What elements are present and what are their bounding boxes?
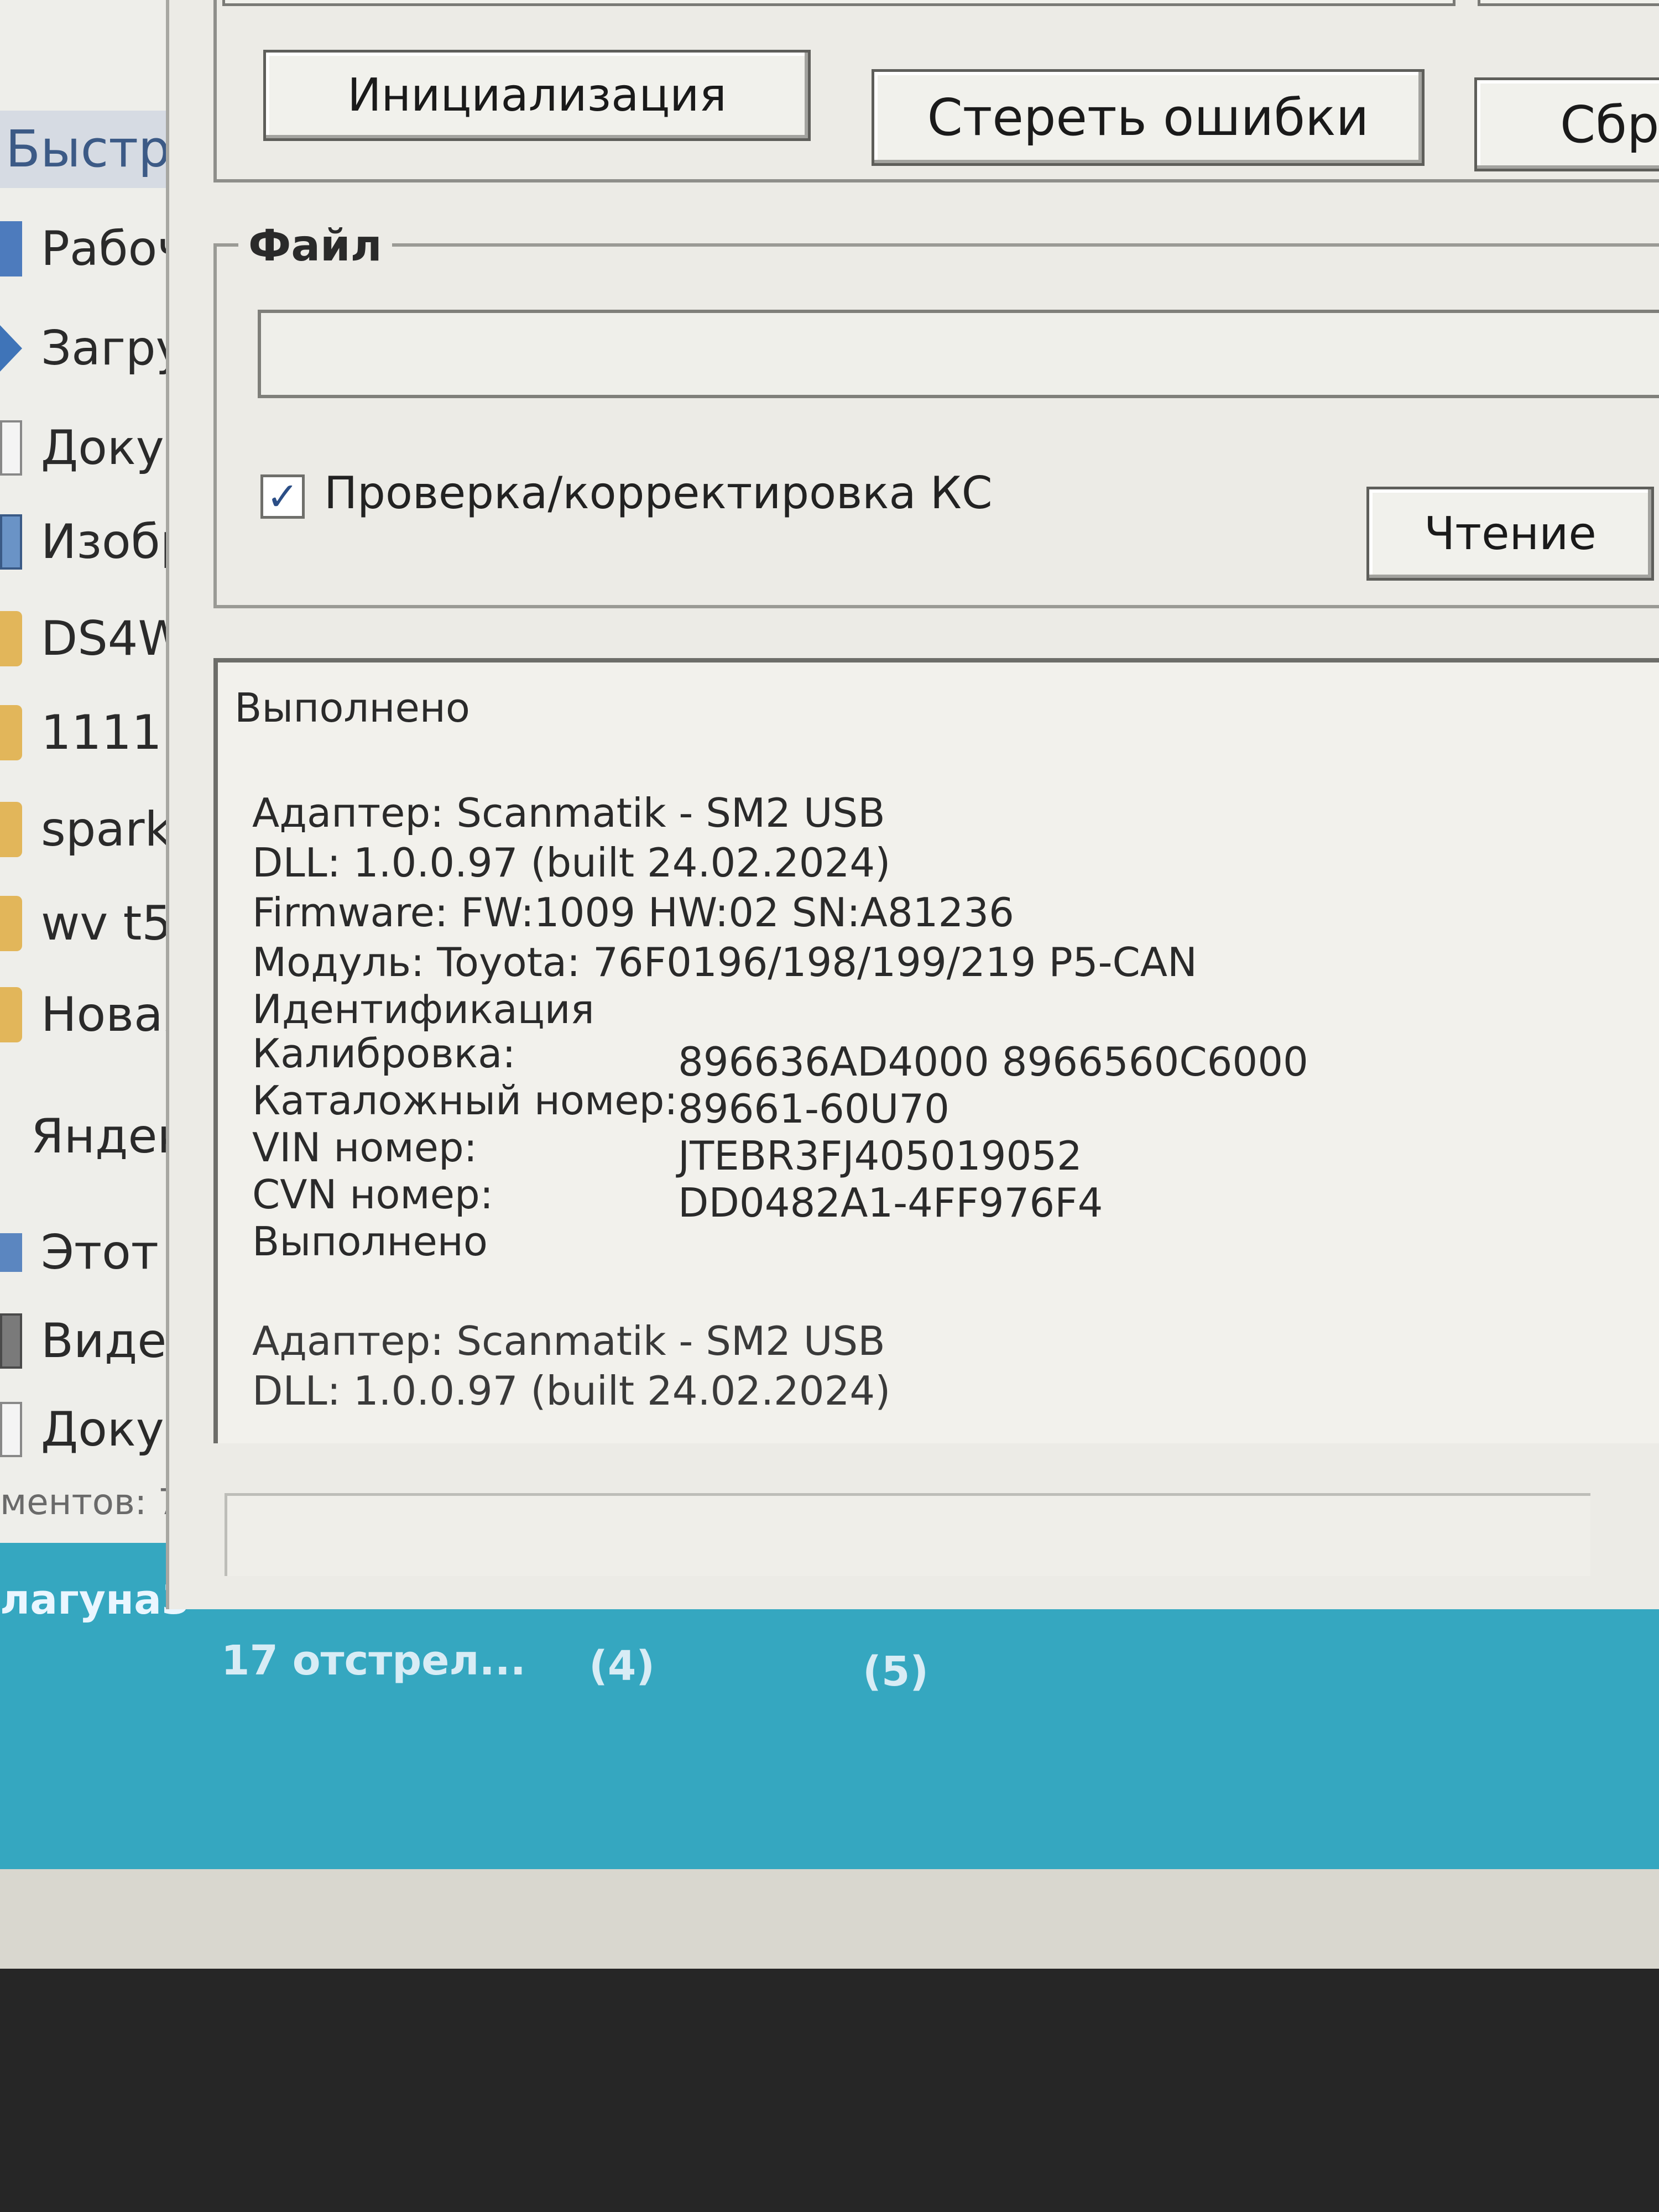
yandex-icon: [0, 1109, 12, 1164]
log-value-vin: JTEBR3FJ405019052: [678, 1133, 1082, 1179]
folder-icon: [0, 611, 22, 666]
nav-item-video[interactable]: Видео: [0, 1297, 177, 1385]
nav-item-downloads[interactable]: Загрузки: [0, 304, 177, 393]
log-line: Firmware: FW:1009 HW:02 SN:A81236: [252, 889, 1014, 936]
nav-item-label: Рабочий стол: [41, 221, 177, 276]
nav-item-wv-t5[interactable]: wv t5: [0, 879, 177, 968]
nav-item-pictures[interactable]: Изображения: [0, 498, 177, 586]
log-key-vin: VIN номер:: [252, 1124, 477, 1171]
log-line: Модуль: Toyota: 76F0196/198/199/219 P5-C…: [252, 939, 1197, 985]
nav-item-yandex[interactable]: Яндекс: [0, 1092, 177, 1181]
desktop-icon: [0, 221, 22, 276]
desktop-icon-label[interactable]: 17 отстрел...: [221, 1637, 526, 1684]
log-line: Выполнено: [252, 1218, 488, 1265]
log-output[interactable]: Выполнено Адаптер: Scanmatik - SM2 USB D…: [213, 658, 1659, 1443]
reset-button[interactable]: Сброс: [1474, 77, 1659, 171]
top-cut-button[interactable]: [222, 0, 1455, 6]
folder-icon: [0, 705, 22, 760]
nav-item-documents[interactable]: Документы: [0, 404, 177, 492]
nav-item-label: wv t5: [41, 896, 173, 951]
clear-errors-button[interactable]: Стереть ошибки: [872, 69, 1425, 166]
pictures-icon: [0, 514, 22, 570]
ecu-tool-dialog: Инициализация Стереть ошибки Сброс Файл …: [166, 0, 1659, 1609]
nav-item-label: Яндекс: [31, 1109, 177, 1164]
log-line: DLL: 1.0.0.97 (built 24.02.2024): [252, 1368, 891, 1414]
log-line: Выполнено: [234, 685, 470, 731]
folder-icon: [0, 987, 22, 1042]
document-icon: [0, 420, 22, 476]
nav-item-label: Изображения: [41, 514, 177, 570]
folder-icon: [0, 802, 22, 857]
download-icon: [0, 325, 22, 372]
nav-item-label: Документы: [41, 420, 177, 476]
nav-item-label: Новая папка: [41, 987, 177, 1042]
log-value-calibration: 896636AD4000 8966560C6000: [678, 1039, 1308, 1085]
video-icon: [0, 1313, 22, 1369]
file-group-legend: Файл: [238, 221, 392, 271]
nav-item-spark[interactable]: spark: [0, 785, 177, 874]
log-value-part-number: 89661-60U70: [678, 1086, 950, 1132]
nav-item-label: spark: [41, 802, 173, 857]
nav-item-new-folder[interactable]: Новая папка: [0, 971, 177, 1059]
crc-checkbox[interactable]: ✓: [260, 474, 305, 519]
items-count: ментов: 7: [0, 1482, 181, 1523]
log-key-calibration: Калибровка:: [252, 1030, 516, 1077]
log-line: DLL: 1.0.0.97 (built 24.02.2024): [252, 839, 891, 886]
nav-item-label: DS4Windows: [41, 611, 177, 666]
init-button[interactable]: Инициализация: [263, 50, 811, 141]
computer-icon: [0, 1233, 22, 1272]
read-button[interactable]: Чтение: [1366, 487, 1654, 581]
quick-access-header[interactable]: Быстрый доступ: [0, 111, 171, 188]
log-key-part-number: Каталожный номер:: [252, 1077, 678, 1124]
nav-item-label: Документы: [41, 1402, 177, 1457]
folder-icon: [0, 896, 22, 951]
top-cut-button-right[interactable]: [1478, 0, 1659, 6]
nav-item-desktop[interactable]: Рабочий стол: [0, 205, 177, 293]
log-line: Адаптер: Scanmatik - SM2 USB: [252, 790, 885, 836]
monitor-bezel: [0, 1969, 1659, 2212]
file-path-input[interactable]: [258, 310, 1659, 398]
log-line: Идентификация: [252, 986, 594, 1032]
nav-item-11111[interactable]: 11111: [0, 688, 177, 777]
log-line: Адаптер: Scanmatik - SM2 USB: [252, 1318, 885, 1364]
explorer-window: Быстрый доступ Рабочий стол Загрузки Док…: [0, 0, 182, 1548]
desktop-icon-label[interactable]: (5): [863, 1648, 928, 1695]
nav-item-this-pc[interactable]: Этот компьютер: [0, 1208, 177, 1297]
nav-item-label: 11111: [41, 705, 177, 760]
nav-item-label: Этот компьютер: [41, 1225, 177, 1280]
status-bar: [225, 1493, 1590, 1576]
crc-checkbox-label[interactable]: Проверка/корректировка КС: [324, 467, 993, 519]
nav-item-documents-2[interactable]: Документы: [0, 1385, 177, 1474]
nav-item-label: Загрузки: [41, 321, 177, 376]
desktop-icon-label[interactable]: лагуна3: [0, 1576, 190, 1624]
screen-lower-area: [0, 1869, 1659, 1980]
desktop-icon-label[interactable]: (4): [589, 1642, 655, 1690]
document-icon: [0, 1402, 22, 1457]
nav-item-label: Видео: [41, 1313, 177, 1369]
log-key-cvn: CVN номер:: [252, 1171, 493, 1218]
nav-item-ds4windows[interactable]: DS4Windows: [0, 594, 177, 683]
log-value-cvn: DD0482A1-4FF976F4: [678, 1180, 1103, 1226]
checkmark-icon: ✓: [266, 474, 299, 519]
